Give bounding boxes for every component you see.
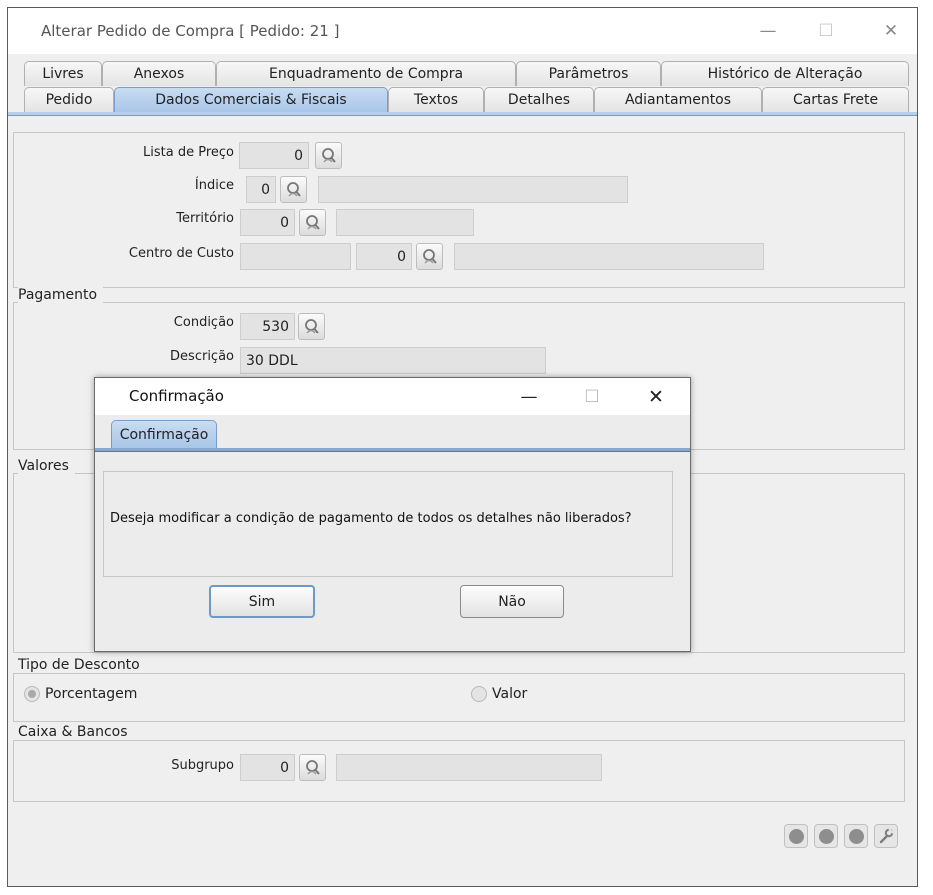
- dialog-minimize-button[interactable]: —: [511, 382, 547, 412]
- tab-enquadramento[interactable]: Enquadramento de Compra: [216, 61, 516, 86]
- tab-dados-comerciais[interactable]: Dados Comerciais & Fiscais: [114, 87, 388, 112]
- tipo-desconto-panel: [13, 673, 905, 722]
- centro-custo-code-field[interactable]: [240, 243, 351, 270]
- territorio-field[interactable]: 0: [240, 209, 295, 236]
- action-button-1[interactable]: [784, 824, 808, 848]
- title-bar: Alterar Pedido de Compra [ Pedido: 21 ] …: [8, 8, 917, 54]
- minimize-button[interactable]: —: [750, 16, 786, 46]
- condicao-label: Condição: [173, 315, 234, 330]
- tab-underline: [8, 112, 917, 116]
- action-button-2[interactable]: [814, 824, 838, 848]
- close-button[interactable]: ✕: [873, 16, 909, 46]
- territorio-label: Território: [176, 211, 234, 226]
- dialog-title: Confirmação: [129, 387, 224, 405]
- subgrupo-description: [336, 754, 602, 781]
- search-icon: [304, 318, 319, 334]
- subgrupo-search-button[interactable]: [299, 754, 326, 781]
- valores-section-title: Valores: [18, 458, 75, 474]
- dialog-title-bar: Confirmação — ☐ ✕: [95, 378, 690, 415]
- lista-preco-label: Lista de Preço: [143, 145, 234, 160]
- condicao-field[interactable]: 530: [240, 313, 295, 340]
- indice-description: [318, 176, 628, 203]
- tipo-desconto-section-title: Tipo de Desconto: [18, 657, 146, 673]
- pagamento-section-title: Pagamento: [18, 287, 104, 303]
- centro-custo-field[interactable]: 0: [356, 243, 412, 270]
- tab-detalhes[interactable]: Detalhes: [484, 87, 594, 112]
- porcentagem-radio[interactable]: [24, 686, 40, 702]
- tab-row-top: Livres Anexos Enquadramento de Compra Pa…: [8, 61, 917, 87]
- centro-custo-search-button[interactable]: [416, 243, 443, 270]
- tab-parametros[interactable]: Parâmetros: [516, 61, 661, 86]
- action-button-3[interactable]: [844, 824, 868, 848]
- territorio-description: [336, 209, 474, 236]
- descricao-label: Descrição: [170, 349, 234, 364]
- search-icon: [422, 248, 437, 264]
- valor-label: Valor: [492, 686, 528, 702]
- maximize-button[interactable]: ☐: [808, 16, 844, 46]
- tab-anexos[interactable]: Anexos: [102, 61, 216, 86]
- centro-custo-description: [454, 243, 764, 270]
- tab-row-bottom: Pedido Dados Comerciais & Fiscais Textos…: [8, 87, 917, 113]
- centro-custo-label: Centro de Custo: [128, 246, 234, 261]
- tab-cartas-frete[interactable]: Cartas Frete: [762, 87, 909, 112]
- condicao-search-button[interactable]: [298, 313, 325, 340]
- nao-button[interactable]: Não: [460, 585, 564, 618]
- tab-historico[interactable]: Histórico de Alteração: [661, 61, 909, 86]
- dialog-message: Deseja modificar a condição de pagamento…: [110, 511, 632, 526]
- circle-icon: [818, 828, 834, 844]
- wrench-icon: [879, 828, 894, 844]
- lista-preco-field[interactable]: 0: [239, 142, 309, 169]
- circle-icon: [848, 828, 864, 844]
- subgrupo-field[interactable]: 0: [240, 754, 295, 781]
- tab-adiantamentos[interactable]: Adiantamentos: [594, 87, 762, 112]
- tab-pedido[interactable]: Pedido: [24, 87, 114, 112]
- lista-preco-search-button[interactable]: [315, 142, 342, 169]
- search-icon: [286, 181, 301, 197]
- confirmation-dialog: Confirmação — ☐ ✕ Confirmação Deseja mod…: [94, 377, 691, 652]
- territorio-search-button[interactable]: [299, 209, 326, 236]
- dialog-maximize-button[interactable]: ☐: [574, 382, 610, 412]
- caixa-bancos-section-title: Caixa & Bancos: [18, 724, 134, 740]
- dialog-close-button[interactable]: ✕: [638, 382, 674, 412]
- indice-label: Índice: [194, 178, 234, 193]
- tab-textos[interactable]: Textos: [388, 87, 484, 112]
- indice-search-button[interactable]: [280, 176, 307, 203]
- dialog-tab-underline: [95, 448, 690, 452]
- dialog-tab-confirmacao[interactable]: Confirmação: [111, 420, 217, 448]
- search-icon: [305, 214, 320, 230]
- window-title: Alterar Pedido de Compra [ Pedido: 21 ]: [41, 22, 340, 40]
- sim-button[interactable]: Sim: [209, 585, 315, 618]
- descricao-field[interactable]: 30 DDL: [240, 347, 546, 374]
- valor-radio[interactable]: [471, 686, 487, 702]
- subgrupo-label: Subgrupo: [171, 758, 234, 773]
- circle-icon: [788, 828, 804, 844]
- porcentagem-label: Porcentagem: [45, 686, 138, 702]
- search-icon: [321, 147, 336, 163]
- settings-button[interactable]: [874, 824, 898, 848]
- search-icon: [305, 759, 320, 775]
- indice-field[interactable]: 0: [246, 176, 276, 203]
- tab-livres[interactable]: Livres: [24, 61, 102, 86]
